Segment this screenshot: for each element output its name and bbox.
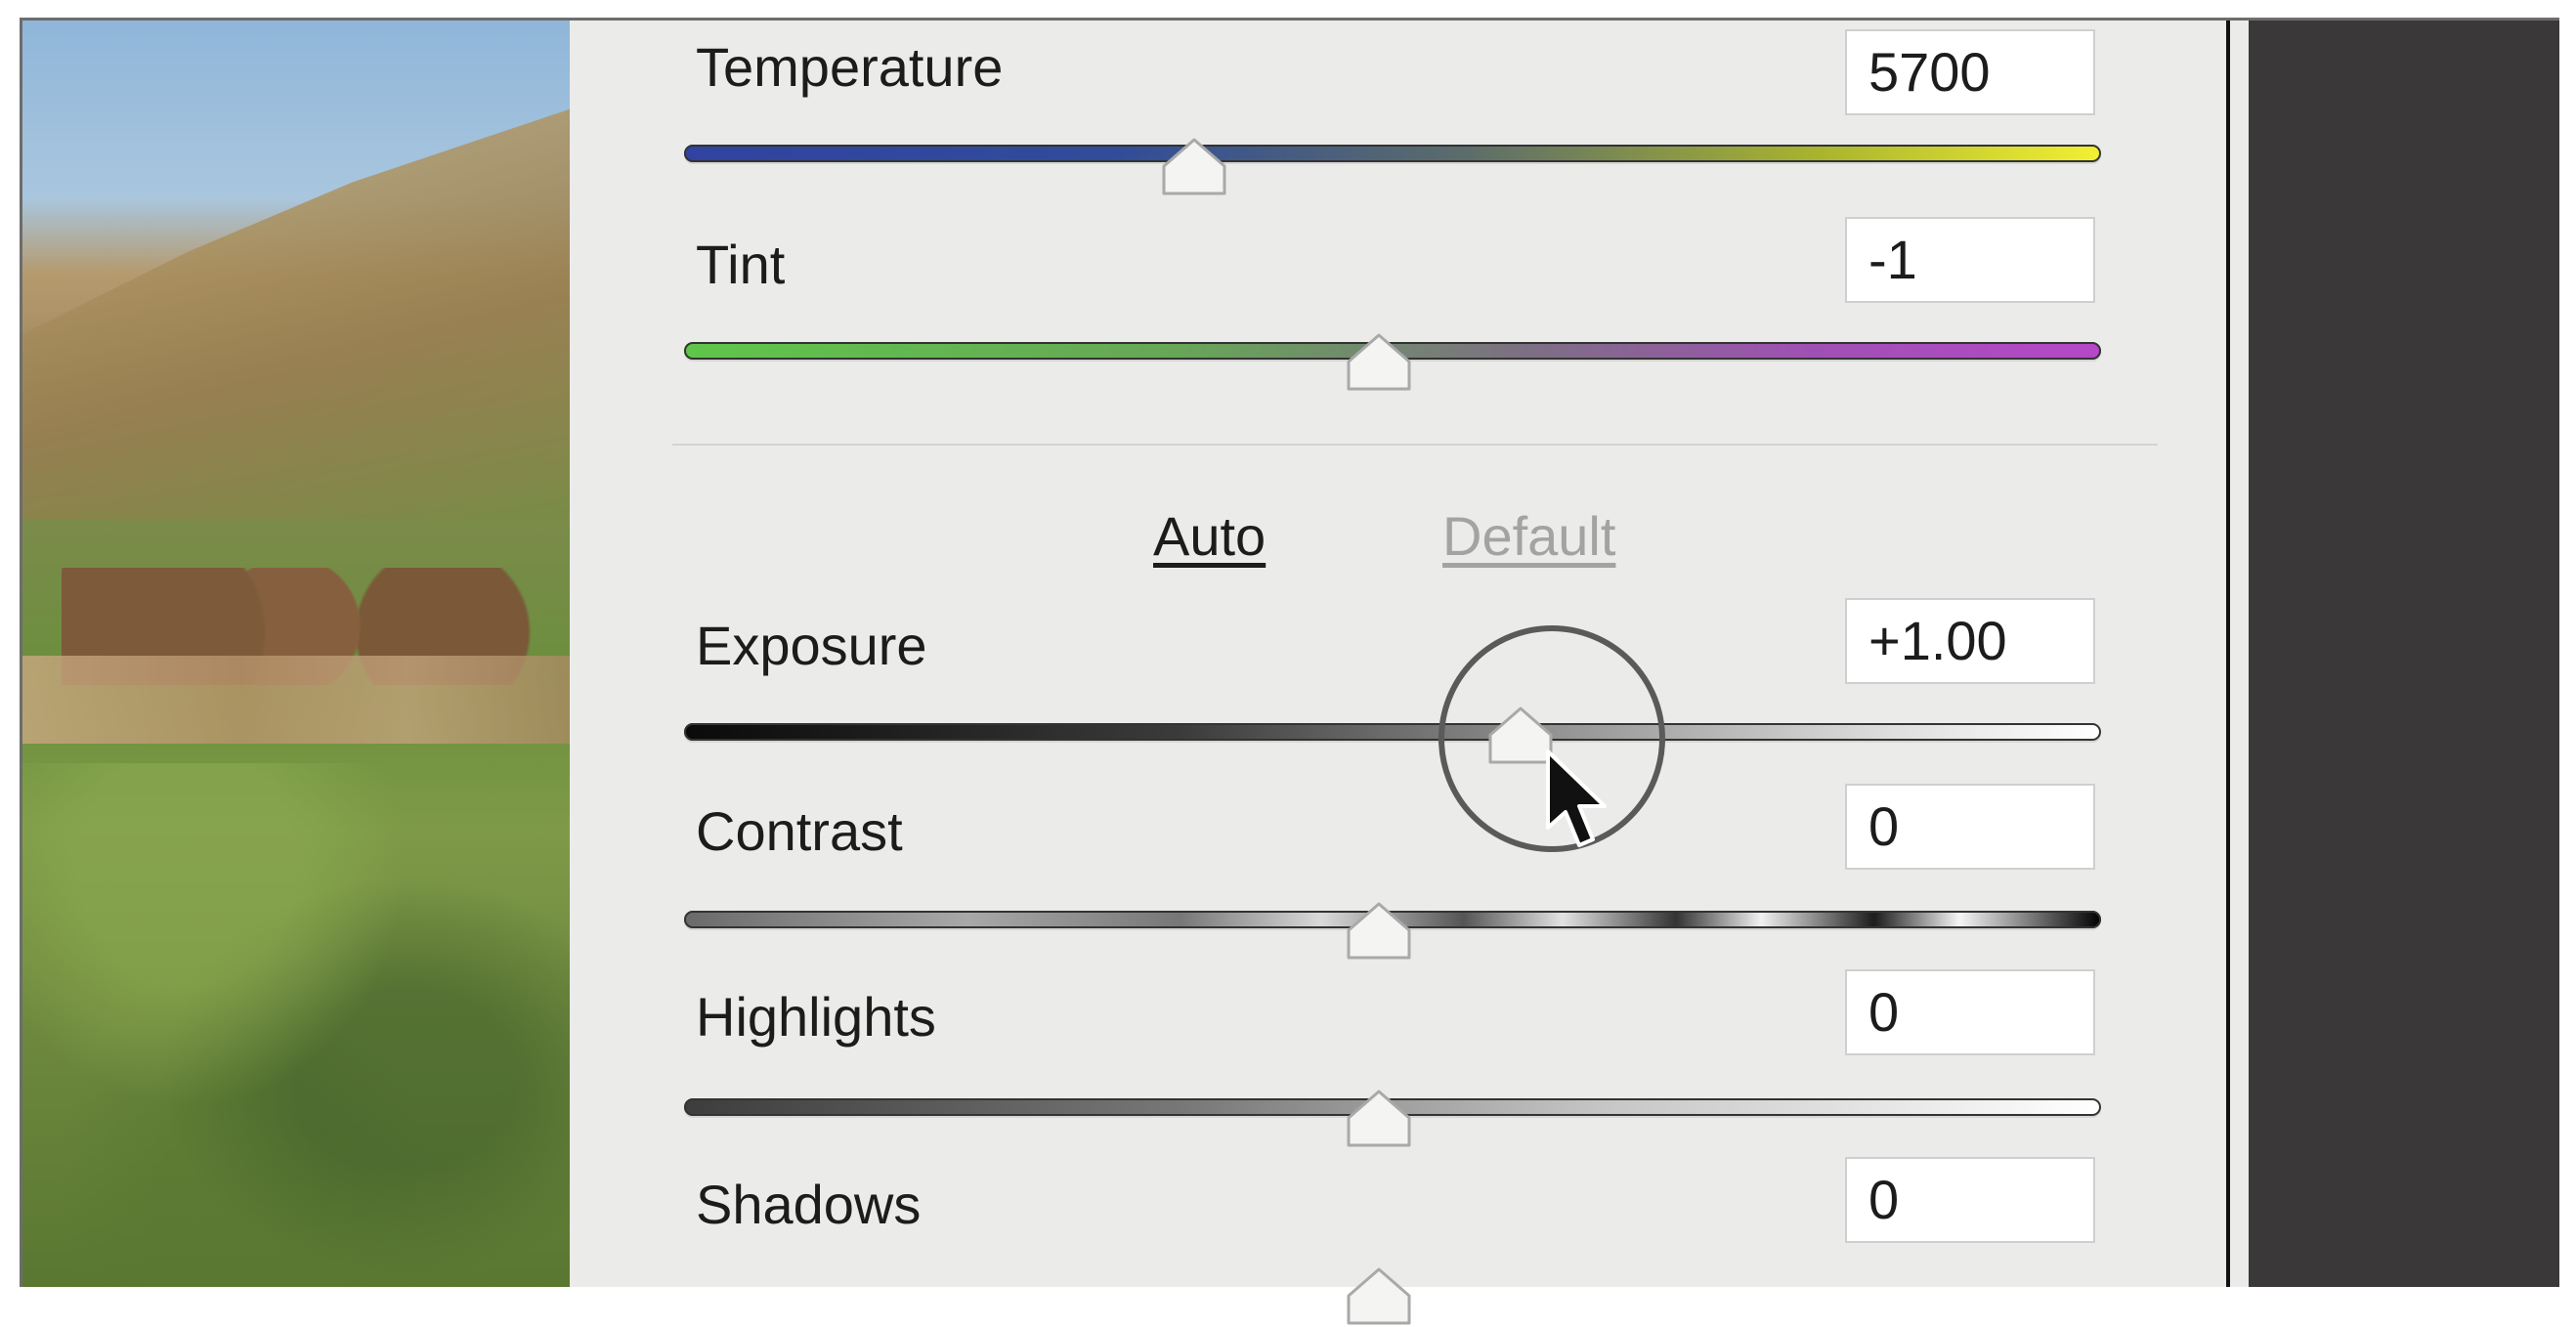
mouse-pointer-icon: [1544, 748, 1612, 855]
app-window: [20, 18, 2559, 1287]
exposure-slider-track[interactable]: [684, 723, 2101, 741]
highlights-label: Highlights: [696, 986, 936, 1048]
shadows-value-field[interactable]: 0: [1845, 1157, 2095, 1243]
contrast-value-field[interactable]: 0: [1845, 784, 2095, 870]
photo-rocks: [22, 656, 572, 744]
slider-thumb-icon: [1347, 1090, 1410, 1147]
photo-preview: [22, 21, 572, 1287]
slider-thumb-icon: [1162, 138, 1226, 195]
contrast-slider-thumb[interactable]: [1345, 901, 1413, 962]
section-divider: [672, 444, 2158, 446]
tint-slider-thumb[interactable]: [1345, 332, 1413, 393]
slider-thumb-icon: [1347, 902, 1410, 960]
photo-grass: [22, 763, 572, 1287]
exposure-value-field[interactable]: +1.00: [1845, 598, 2095, 684]
shadows-slider-thumb[interactable]: [1345, 1266, 1413, 1327]
highlights-value-field[interactable]: 0: [1845, 969, 2095, 1055]
slider-thumb-icon: [1347, 333, 1410, 391]
temperature-slider-thumb[interactable]: [1160, 137, 1228, 197]
photo-hill: [22, 108, 572, 519]
panel-border: [2226, 21, 2230, 1287]
tint-label: Tint: [696, 234, 786, 295]
auto-button[interactable]: Auto: [1153, 504, 1266, 568]
temperature-value-field[interactable]: 5700: [1845, 29, 2095, 115]
exposure-label: Exposure: [696, 615, 927, 676]
highlights-slider-thumb[interactable]: [1345, 1089, 1413, 1149]
tint-value-field[interactable]: -1: [1845, 217, 2095, 303]
dark-side-panel: [2249, 21, 2559, 1287]
shadows-label: Shadows: [696, 1174, 922, 1235]
contrast-label: Contrast: [696, 800, 903, 862]
default-button[interactable]: Default: [1442, 504, 1615, 568]
slider-thumb-icon: [1347, 1267, 1410, 1325]
temperature-label: Temperature: [696, 36, 1004, 98]
temperature-slider-track[interactable]: [684, 145, 2101, 162]
